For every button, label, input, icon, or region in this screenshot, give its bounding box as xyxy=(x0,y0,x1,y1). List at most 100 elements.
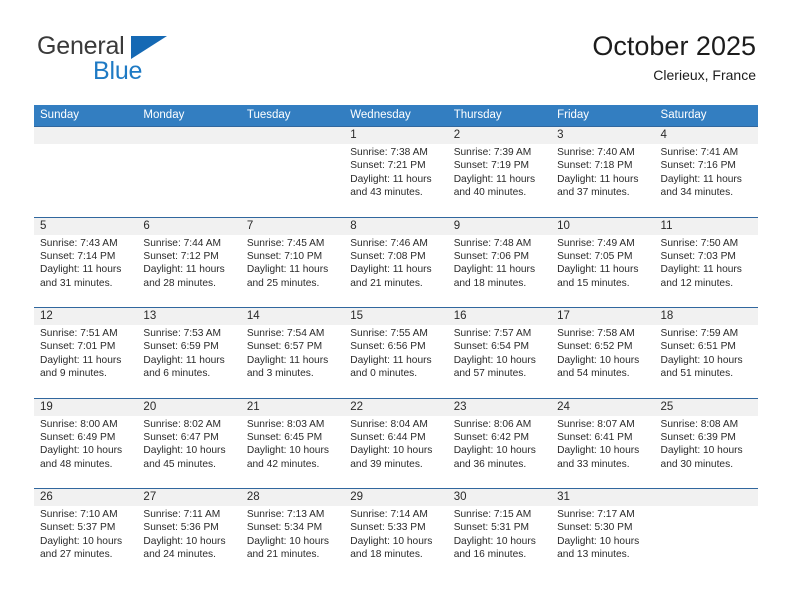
calendar-day-cell[interactable]: 17 Sunrise: 7:58 AM Sunset: 6:52 PM Dayl… xyxy=(551,308,654,398)
day-details: Sunrise: 7:49 AM Sunset: 7:05 PM Dayligh… xyxy=(557,237,649,291)
daylight-text-line2: and 30 minutes. xyxy=(660,458,734,470)
calendar-day-cell[interactable] xyxy=(655,489,758,579)
day-details: Sunrise: 7:44 AM Sunset: 7:12 PM Dayligh… xyxy=(143,237,235,291)
sunrise-text: Sunrise: 7:59 AM xyxy=(660,328,739,339)
calendar-day-cell[interactable]: 1 Sunrise: 7:38 AM Sunset: 7:21 PM Dayli… xyxy=(344,127,447,217)
calendar-day-cell[interactable]: 8 Sunrise: 7:46 AM Sunset: 7:08 PM Dayli… xyxy=(344,218,447,308)
calendar-day-cell[interactable]: 26 Sunrise: 7:10 AM Sunset: 5:37 PM Dayl… xyxy=(34,489,137,579)
sunset-text: Sunset: 7:19 PM xyxy=(453,160,530,172)
sunrise-text: Sunrise: 7:58 AM xyxy=(557,328,635,339)
weekday-header-saturday: Saturday xyxy=(660,109,707,121)
calendar-day-cell[interactable]: 13 Sunrise: 7:53 AM Sunset: 6:59 PM Dayl… xyxy=(137,308,240,398)
daylight-text-line1: Daylight: 11 hours xyxy=(453,264,536,276)
calendar-day-cell[interactable]: 24 Sunrise: 8:07 AM Sunset: 6:41 PM Dayl… xyxy=(551,399,654,489)
calendar-day-cell[interactable]: 4 Sunrise: 7:41 AM Sunset: 7:16 PM Dayli… xyxy=(655,127,758,217)
sunset-text: Sunset: 5:34 PM xyxy=(246,522,323,534)
calendar-day-cell[interactable]: 21 Sunrise: 8:03 AM Sunset: 6:45 PM Dayl… xyxy=(241,399,344,489)
day-details: Sunrise: 7:38 AM Sunset: 7:21 PM Dayligh… xyxy=(350,146,442,200)
day-details: Sunrise: 7:40 AM Sunset: 7:18 PM Dayligh… xyxy=(557,146,649,200)
calendar-day-cell[interactable]: 23 Sunrise: 8:06 AM Sunset: 6:42 PM Dayl… xyxy=(448,399,551,489)
daylight-text-line2: and 39 minutes. xyxy=(350,458,423,470)
calendar-day-cell[interactable]: 18 Sunrise: 7:59 AM Sunset: 6:51 PM Dayl… xyxy=(655,308,758,398)
calendar-day-cell[interactable]: 2 Sunrise: 7:39 AM Sunset: 7:19 PM Dayli… xyxy=(448,127,551,217)
calendar-grid: Sunday Monday Tuesday Wednesday Thursday… xyxy=(34,105,758,579)
sunset-text: Sunset: 7:08 PM xyxy=(350,250,426,262)
daylight-text-line1: Daylight: 11 hours xyxy=(40,264,122,276)
weekday-header-sunday: Sunday xyxy=(40,109,80,121)
daylight-text-line2: and 21 minutes. xyxy=(350,277,423,289)
sunset-text: Sunset: 6:42 PM xyxy=(453,431,530,443)
sunset-text: Sunset: 6:44 PM xyxy=(350,431,426,443)
daylight-text-line1: Daylight: 10 hours xyxy=(40,535,123,547)
day-details: Sunrise: 7:46 AM Sunset: 7:08 PM Dayligh… xyxy=(350,237,442,291)
calendar-day-cell[interactable] xyxy=(34,127,137,217)
sunrise-text: Sunrise: 7:40 AM xyxy=(557,147,635,158)
calendar-week-row: 5 Sunrise: 7:43 AM Sunset: 7:14 PM Dayli… xyxy=(34,216,758,308)
day-number: 4 xyxy=(660,129,667,141)
calendar-day-cell[interactable]: 30 Sunrise: 7:15 AM Sunset: 5:31 PM Dayl… xyxy=(448,489,551,579)
calendar-day-cell[interactable]: 28 Sunrise: 7:13 AM Sunset: 5:34 PM Dayl… xyxy=(241,489,344,579)
daylight-text-line1: Daylight: 10 hours xyxy=(557,535,640,547)
calendar-day-cell[interactable]: 3 Sunrise: 7:40 AM Sunset: 7:18 PM Dayli… xyxy=(551,127,654,217)
daylight-text-line1: Daylight: 11 hours xyxy=(350,354,432,366)
calendar-day-cell[interactable]: 22 Sunrise: 8:04 AM Sunset: 6:44 PM Dayl… xyxy=(344,399,447,489)
sunrise-text: Sunrise: 7:46 AM xyxy=(350,237,428,249)
daylight-text-line1: Daylight: 10 hours xyxy=(143,445,226,457)
calendar-day-cell[interactable] xyxy=(137,127,240,217)
calendar-day-cell[interactable]: 27 Sunrise: 7:11 AM Sunset: 5:36 PM Dayl… xyxy=(137,489,240,579)
day-number: 26 xyxy=(40,491,53,503)
weekday-header-thursday: Thursday xyxy=(453,109,502,121)
calendar-day-cell[interactable]: 29 Sunrise: 7:14 AM Sunset: 5:33 PM Dayl… xyxy=(344,489,447,579)
title-block: October 2025 Clerieux, France xyxy=(592,30,756,84)
calendar-day-cell[interactable]: 11 Sunrise: 7:50 AM Sunset: 7:03 PM Dayl… xyxy=(655,218,758,308)
sunset-text: Sunset: 7:03 PM xyxy=(660,250,736,262)
calendar-day-cell[interactable]: 6 Sunrise: 7:44 AM Sunset: 7:12 PM Dayli… xyxy=(137,218,240,308)
day-number: 2 xyxy=(453,129,461,141)
sunrise-text: Sunrise: 7:49 AM xyxy=(557,237,635,249)
calendar-day-cell[interactable]: 5 Sunrise: 7:43 AM Sunset: 7:14 PM Dayli… xyxy=(34,218,137,308)
sunset-text: Sunset: 5:36 PM xyxy=(143,522,219,534)
daylight-text-line2: and 21 minutes. xyxy=(246,549,320,561)
calendar-week-row: 26 Sunrise: 7:10 AM Sunset: 5:37 PM Dayl… xyxy=(34,488,758,579)
sunset-text: Sunset: 7:16 PM xyxy=(660,160,736,172)
calendar-day-cell[interactable]: 10 Sunrise: 7:49 AM Sunset: 7:05 PM Dayl… xyxy=(551,218,654,308)
calendar-day-cell[interactable] xyxy=(241,127,344,217)
sunrise-text: Sunrise: 7:13 AM xyxy=(246,509,325,520)
daylight-text-line1: Daylight: 11 hours xyxy=(246,354,329,366)
day-details: Sunrise: 7:59 AM Sunset: 6:51 PM Dayligh… xyxy=(661,327,753,381)
sunrise-text: Sunrise: 7:38 AM xyxy=(350,147,428,158)
day-details: Sunrise: 7:10 AM Sunset: 5:37 PM Dayligh… xyxy=(40,508,132,562)
calendar-day-cell[interactable]: 19 Sunrise: 8:00 AM Sunset: 6:49 PM Dayl… xyxy=(34,399,137,489)
calendar-day-cell[interactable]: 31 Sunrise: 7:17 AM Sunset: 5:30 PM Dayl… xyxy=(551,489,654,579)
daylight-text-line2: and 12 minutes. xyxy=(660,277,734,289)
day-number: 13 xyxy=(143,310,157,322)
general-blue-logo[interactable]: General Blue xyxy=(37,33,297,89)
calendar-day-cell[interactable]: 16 Sunrise: 7:57 AM Sunset: 6:54 PM Dayl… xyxy=(448,308,551,398)
daylight-text-line1: Daylight: 10 hours xyxy=(660,354,743,366)
day-details: Sunrise: 7:51 AM Sunset: 7:01 PM Dayligh… xyxy=(40,327,132,381)
calendar-day-cell[interactable]: 7 Sunrise: 7:45 AM Sunset: 7:10 PM Dayli… xyxy=(241,218,344,308)
daylight-text-line2: and 3 minutes. xyxy=(246,368,314,380)
calendar-day-cell[interactable]: 14 Sunrise: 7:54 AM Sunset: 6:57 PM Dayl… xyxy=(241,308,344,398)
calendar-day-cell[interactable]: 15 Sunrise: 7:55 AM Sunset: 6:56 PM Dayl… xyxy=(344,308,447,398)
calendar-day-cell[interactable]: 9 Sunrise: 7:48 AM Sunset: 7:06 PM Dayli… xyxy=(448,218,551,308)
day-details: Sunrise: 7:39 AM Sunset: 7:19 PM Dayligh… xyxy=(454,146,546,200)
calendar-day-cell[interactable]: 25 Sunrise: 8:08 AM Sunset: 6:39 PM Dayl… xyxy=(655,399,758,489)
daylight-text-line1: Daylight: 10 hours xyxy=(453,535,536,547)
sunset-text: Sunset: 6:56 PM xyxy=(350,341,426,353)
sunset-text: Sunset: 7:10 PM xyxy=(246,250,323,262)
day-number: 18 xyxy=(660,310,674,322)
calendar-day-cell[interactable]: 12 Sunrise: 7:51 AM Sunset: 7:01 PM Dayl… xyxy=(34,308,137,398)
daylight-text-line2: and 37 minutes. xyxy=(557,187,630,199)
daylight-text-line1: Daylight: 10 hours xyxy=(557,354,640,366)
day-details: Sunrise: 7:53 AM Sunset: 6:59 PM Dayligh… xyxy=(143,327,235,381)
logo-text-blue: Blue xyxy=(93,57,143,85)
sunrise-text: Sunrise: 7:41 AM xyxy=(660,147,739,158)
daylight-text-line2: and 0 minutes. xyxy=(350,368,418,380)
calendar-day-cell[interactable]: 20 Sunrise: 8:02 AM Sunset: 6:47 PM Dayl… xyxy=(137,399,240,489)
day-number: 30 xyxy=(453,491,467,503)
day-details: Sunrise: 7:48 AM Sunset: 7:06 PM Dayligh… xyxy=(454,237,546,291)
daylight-text-line2: and 31 minutes. xyxy=(40,277,113,289)
sunrise-text: Sunrise: 7:48 AM xyxy=(453,237,532,249)
daylight-text-line1: Daylight: 11 hours xyxy=(246,264,329,276)
